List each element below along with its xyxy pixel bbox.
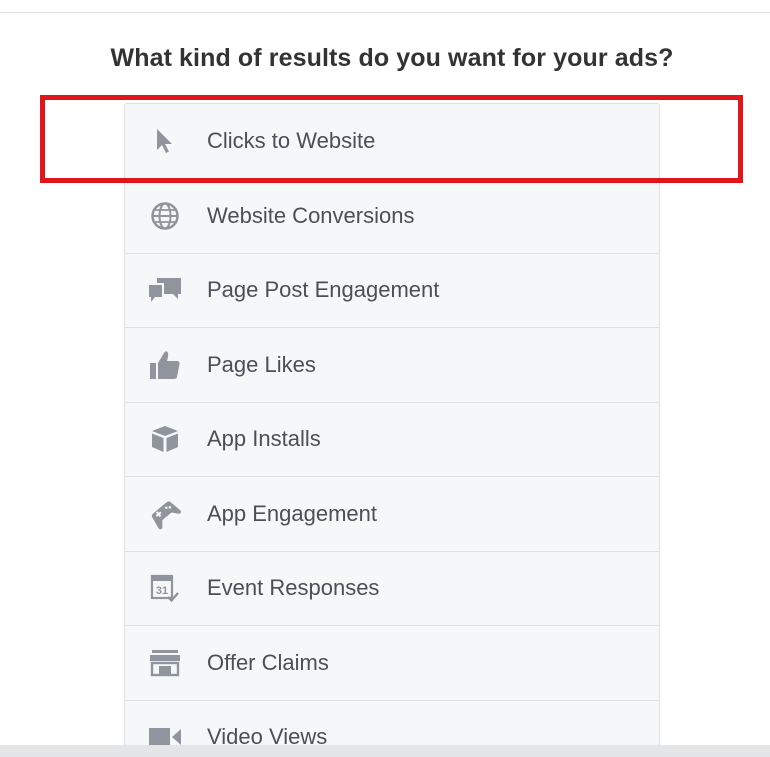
page-title: What kind of results do you want for you… (110, 44, 674, 72)
objective-event-responses[interactable]: 31 Event Responses (125, 552, 659, 626)
objective-page-likes[interactable]: Page Likes (125, 328, 659, 403)
storefront-icon (145, 643, 185, 683)
objective-label: App Engagement (207, 500, 378, 526)
objective-label: Clicks to Website (207, 128, 376, 153)
objective-label: Event Responses (207, 575, 380, 601)
objective-list: Clicks to Website Website Conversions Pa… (124, 103, 660, 757)
objective-clicks-to-website[interactable]: Clicks to Website (125, 104, 659, 179)
objective-label: Page Post Engagement (207, 277, 440, 303)
box-icon (145, 419, 185, 459)
gamepad-icon (145, 494, 185, 534)
objective-label: Offer Claims (207, 649, 329, 675)
globe-icon (145, 196, 185, 236)
calendar-icon: 31 (145, 568, 185, 608)
objective-app-installs[interactable]: App Installs (125, 403, 659, 477)
bottom-scroll-bar (0, 745, 770, 757)
objective-website-conversions[interactable]: Website Conversions (125, 179, 659, 254)
thumbs-up-icon (145, 345, 185, 385)
objective-label: Website Conversions (207, 202, 415, 228)
objective-label: Page Likes (207, 351, 316, 377)
objective-app-engagement[interactable]: App Engagement (125, 477, 659, 552)
objective-offer-claims[interactable]: Offer Claims (125, 626, 659, 701)
speech-bubbles-icon (145, 270, 185, 310)
svg-text:31: 31 (156, 585, 168, 597)
objective-label: App Installs (207, 426, 321, 452)
cursor-icon (145, 121, 185, 161)
objective-page-post-engagement[interactable]: Page Post Engagement (125, 254, 659, 328)
top-divider (0, 12, 770, 13)
page: What kind of results do you want for you… (0, 0, 770, 757)
